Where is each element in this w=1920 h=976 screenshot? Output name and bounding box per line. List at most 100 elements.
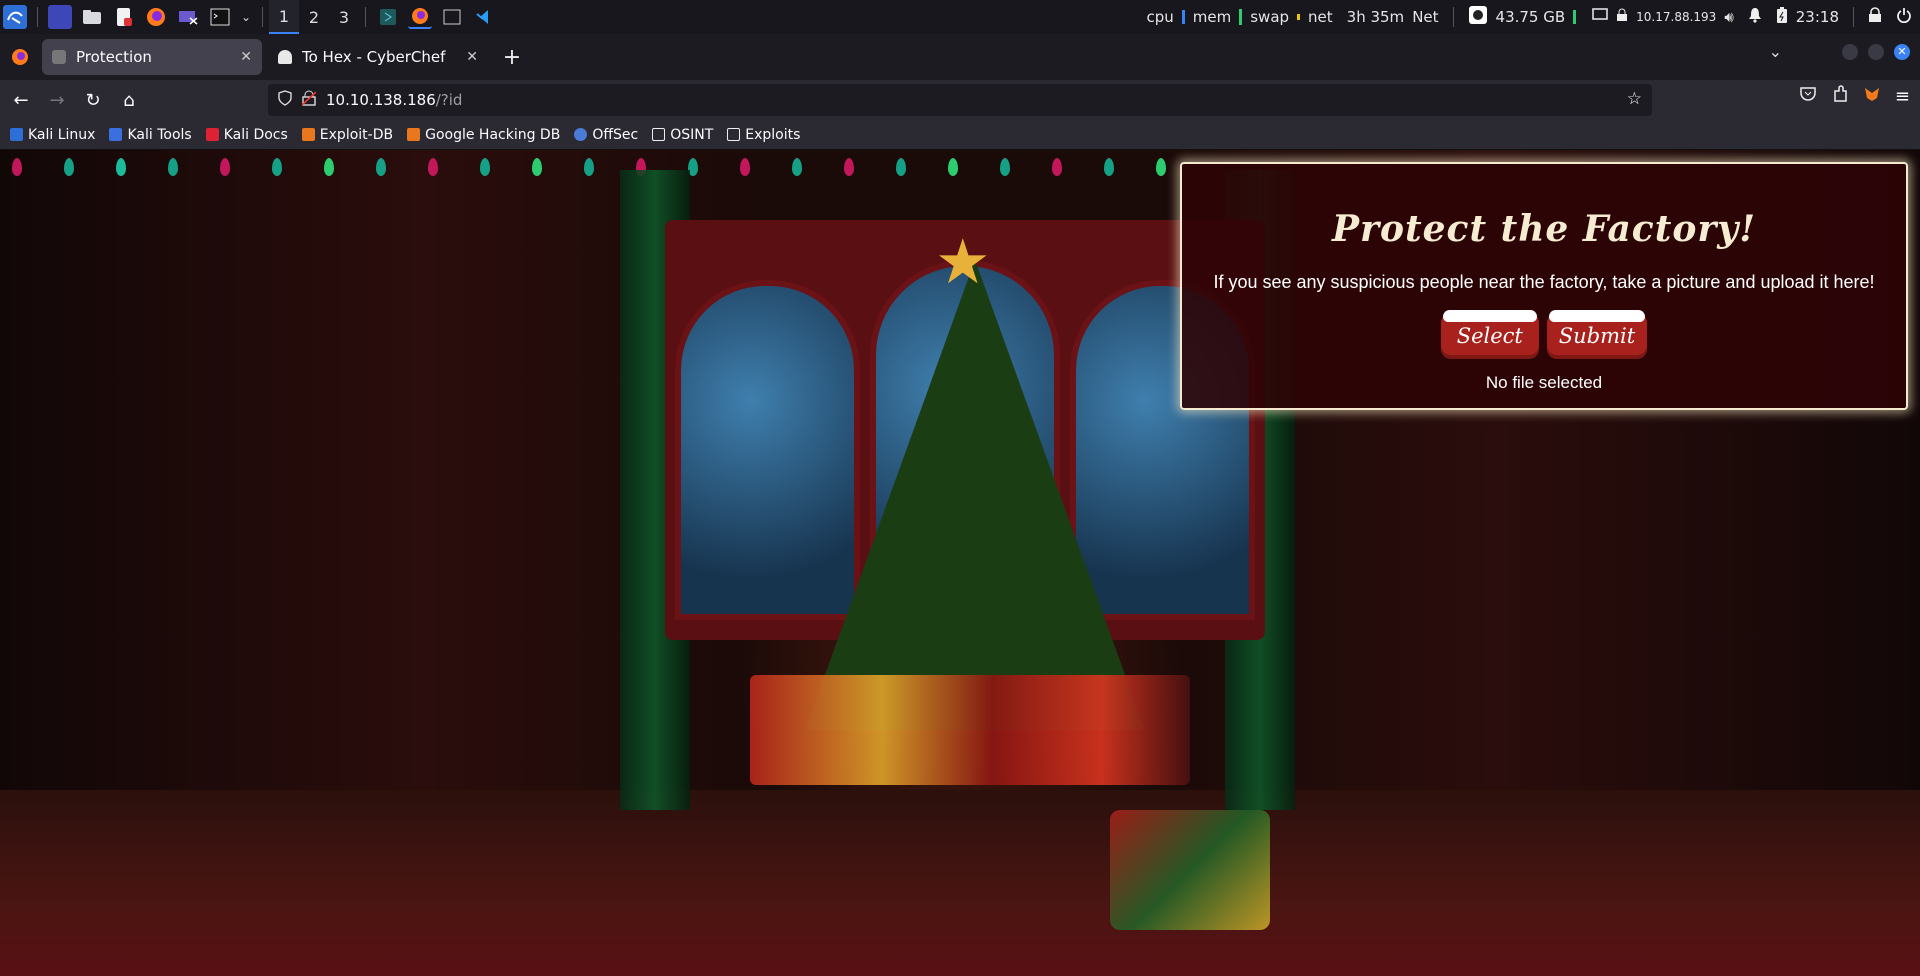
text-editor-icon[interactable] xyxy=(112,5,136,29)
browser-nav-bar: ← → ↻ ⌂ 10.10.138.186/?id ☆ ≡ xyxy=(0,80,1920,120)
workspace-3[interactable]: 3 xyxy=(329,0,359,34)
workspace-2[interactable]: 2 xyxy=(299,0,329,34)
firefox-icon[interactable] xyxy=(144,5,168,29)
cpu-meter xyxy=(1181,10,1185,24)
wooden-floor xyxy=(0,790,1920,976)
bookmark-kali-docs[interactable]: Kali Docs xyxy=(205,126,288,143)
bookmark-kali-tools[interactable]: Kali Tools xyxy=(109,126,192,143)
cyberchef-favicon-icon xyxy=(278,50,292,64)
bookmark-folder-osint[interactable]: OSINT xyxy=(652,127,713,143)
reload-button[interactable]: ↻ xyxy=(78,85,108,115)
url-host: 10.10.138.186 xyxy=(326,91,436,109)
exploit-db-icon xyxy=(301,128,315,141)
notification-bell-icon[interactable] xyxy=(1748,7,1762,27)
close-tab-icon[interactable]: ✕ xyxy=(240,49,252,65)
tab-favicon-icon xyxy=(52,50,66,64)
swap-meter-label: swap xyxy=(1250,8,1290,26)
volume-icon[interactable]: 🔊︎ xyxy=(1724,8,1733,26)
workspace-1[interactable]: 1 xyxy=(269,0,299,34)
panel-separator xyxy=(1452,7,1454,27)
presents xyxy=(750,675,1190,785)
maximize-window-button[interactable] xyxy=(1868,43,1884,60)
foxyproxy-icon[interactable] xyxy=(1863,85,1881,107)
page-title: Protect the Factory! xyxy=(1331,208,1757,250)
vpn-ip-label: 10.17.88.193 xyxy=(1636,10,1717,24)
list-all-tabs-icon[interactable]: ⌄ xyxy=(1769,42,1782,61)
pocket-icon[interactable] xyxy=(1799,85,1817,107)
power-icon[interactable] xyxy=(1896,7,1912,27)
terminal-icon[interactable] xyxy=(208,5,232,29)
bookmark-folder-exploits[interactable]: Exploits xyxy=(727,127,800,143)
battery-icon xyxy=(1776,6,1788,28)
close-window-button[interactable]: ✕ xyxy=(1894,43,1910,60)
window-burp-icon[interactable] xyxy=(376,5,400,29)
tabbar-controls: ⌄ ✕ xyxy=(1769,42,1910,61)
menu-hamburger-icon[interactable]: ≡ xyxy=(1895,86,1910,107)
bookmark-exploit-db[interactable]: Exploit-DB xyxy=(301,127,393,143)
bookmark-label: Exploits xyxy=(745,126,801,143)
bookmark-google-hacking-db[interactable]: Google Hacking DB xyxy=(407,127,560,143)
select-file-button[interactable]: Select xyxy=(1440,310,1539,359)
tree-star-icon: ★ xyxy=(935,225,991,298)
bookmarks-bar: Kali Linux Kali Tools Kali Docs Exploit-… xyxy=(0,120,1920,150)
desktop-icon[interactable] xyxy=(48,5,72,29)
url-path: /?id xyxy=(435,91,463,109)
bookmark-label: OSINT xyxy=(670,126,714,143)
system-panel: ⌄ 1 2 3 cpu mem swap net 3h 35m Net 43.7… xyxy=(0,0,1920,34)
file-status-text: No file selected xyxy=(1485,373,1603,392)
tab-cyberchef[interactable]: To Hex - CyberChef ✕ xyxy=(268,39,488,75)
upload-button-row: Select Submit xyxy=(1182,310,1906,359)
offsec-icon xyxy=(574,128,588,141)
extensions-icon[interactable] xyxy=(1831,85,1849,107)
lock-screen-icon[interactable] xyxy=(1868,7,1882,27)
tab-protection[interactable]: Protection ✕ xyxy=(42,39,262,75)
mem-meter-label: mem xyxy=(1192,8,1232,26)
screenshot-icon[interactable] xyxy=(176,5,200,29)
window-terminal-icon[interactable] xyxy=(440,5,464,29)
swap-meter xyxy=(1297,14,1301,20)
bookmark-label: Kali Tools xyxy=(127,126,192,143)
minimize-window-button[interactable] xyxy=(1842,43,1858,60)
close-tab-icon[interactable]: ✕ xyxy=(466,49,478,65)
new-tab-button[interactable]: + xyxy=(498,45,526,70)
kali-menu-icon[interactable] xyxy=(3,5,27,29)
screen-icon[interactable] xyxy=(1592,8,1608,26)
chevron-down-icon[interactable]: ⌄ xyxy=(240,5,252,29)
tab-title: To Hex - CyberChef xyxy=(302,48,446,66)
disk-icon xyxy=(1468,5,1488,29)
bookmark-label: Google Hacking DB xyxy=(425,126,561,143)
bookmark-label: Kali Linux xyxy=(28,126,96,143)
bookmark-star-icon[interactable]: ☆ xyxy=(1627,89,1642,109)
kali-docs-icon xyxy=(205,128,219,141)
folder-icon xyxy=(652,128,666,141)
panel-separator xyxy=(1853,7,1854,27)
disk-space-label: 43.75 GB xyxy=(1495,8,1566,26)
url-bar[interactable]: 10.10.138.186/?id ☆ xyxy=(268,84,1652,116)
bookmark-label: Kali Docs xyxy=(223,126,288,143)
christmas-tree xyxy=(805,260,1145,730)
shield-icon[interactable] xyxy=(278,90,292,110)
net-label: Net xyxy=(1412,8,1439,26)
bookmark-offsec[interactable]: OffSec xyxy=(574,127,638,143)
mem-meter xyxy=(1239,9,1243,25)
ghdb-icon xyxy=(407,128,421,141)
forward-button[interactable]: → xyxy=(42,85,72,115)
browser-tab-bar: Protection ✕ To Hex - CyberChef ✕ + ⌄ ✕ xyxy=(0,34,1920,80)
insecure-lock-icon[interactable] xyxy=(301,90,317,110)
window-firefox-icon[interactable] xyxy=(408,5,432,29)
folder-icon xyxy=(727,128,741,141)
home-button[interactable]: ⌂ xyxy=(114,85,144,115)
bookmark-kali-linux[interactable]: Kali Linux xyxy=(10,127,95,143)
clock-label: 23:18 xyxy=(1795,8,1839,26)
back-button[interactable]: ← xyxy=(6,85,36,115)
tab-title: Protection xyxy=(76,48,152,66)
disk-meter xyxy=(1573,10,1577,24)
net-meter-label: net xyxy=(1308,8,1333,26)
panel-separator xyxy=(365,7,366,27)
panel-separator xyxy=(37,7,38,27)
firefox-view-icon[interactable] xyxy=(8,45,32,69)
submit-button[interactable]: Submit xyxy=(1546,310,1648,359)
file-manager-icon[interactable] xyxy=(80,5,104,29)
window-vscode-icon[interactable] xyxy=(472,5,496,29)
upload-instructions: If you see any suspicious people near th… xyxy=(1213,272,1875,292)
